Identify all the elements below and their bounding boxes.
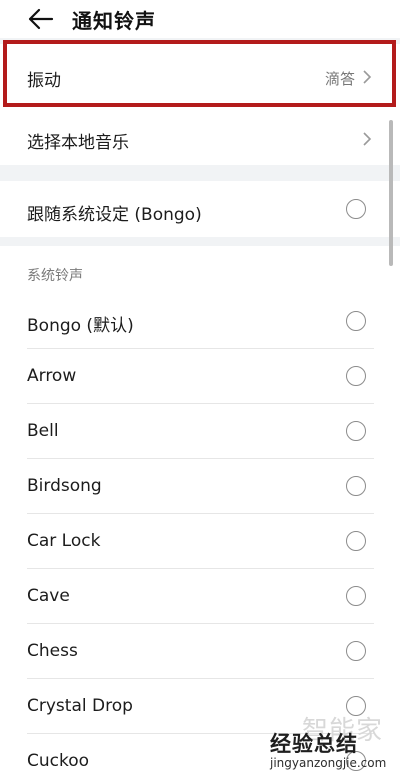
ringtone-label: Crystal Drop <box>27 696 133 716</box>
ringtone-label: Bell <box>27 421 59 441</box>
follow-system-label: 跟随系统设定 (Bongo) <box>27 205 202 225</box>
follow-system-row[interactable]: 跟随系统设定 (Bongo) <box>0 181 400 237</box>
ringtone-item[interactable]: Bell <box>0 404 400 459</box>
ringtone-label: Cuckoo <box>27 751 90 771</box>
ringtone-radio[interactable] <box>346 421 366 441</box>
ringtone-radio[interactable] <box>346 311 366 331</box>
back-arrow-icon[interactable] <box>26 7 54 31</box>
ringtone-label: Birdsong <box>27 476 102 496</box>
chevron-right-icon <box>363 132 372 146</box>
page-title: 通知铃声 <box>72 9 156 33</box>
ringtone-label: Cave <box>27 586 70 606</box>
section-title: 系统铃声 <box>27 268 83 284</box>
local-music-row[interactable]: 选择本地音乐 <box>0 108 400 165</box>
ringtone-item[interactable]: Car Lock <box>0 514 400 569</box>
ringtone-item[interactable]: Bongo (默认) <box>0 294 400 349</box>
ringtone-radio[interactable] <box>346 366 366 386</box>
vibration-label: 振动 <box>27 71 61 91</box>
ringtone-label: Car Lock <box>27 531 101 551</box>
ringtone-item[interactable]: Birdsong <box>0 459 400 514</box>
local-music-label: 选择本地音乐 <box>27 133 129 153</box>
ringtone-radio[interactable] <box>346 751 366 771</box>
options-card: 振动 滴答 选择本地音乐 <box>0 44 400 165</box>
ringtone-radio[interactable] <box>346 586 366 606</box>
ringtone-item[interactable]: Crystal Drop <box>0 679 400 734</box>
ringtone-item[interactable]: Chess <box>0 624 400 679</box>
chevron-right-icon <box>363 70 372 84</box>
scrollbar[interactable] <box>389 120 393 266</box>
ringtone-item[interactable]: Arrow <box>0 349 400 404</box>
ringtone-card: 系统铃声 Bongo (默认) Arrow Bell Birdsong Car … <box>0 246 400 775</box>
follow-system-card: 跟随系统设定 (Bongo) <box>0 181 400 237</box>
vibration-row[interactable]: 振动 滴答 <box>0 44 400 108</box>
ringtone-radio[interactable] <box>346 476 366 496</box>
ringtone-label: Bongo (默认) <box>27 316 134 336</box>
ringtone-radio[interactable] <box>346 531 366 551</box>
app-header: 通知铃声 <box>0 0 400 38</box>
ringtone-item[interactable]: Cave <box>0 569 400 624</box>
ringtone-radio[interactable] <box>346 641 366 661</box>
ringtone-item[interactable]: Cuckoo <box>0 734 400 775</box>
ringtone-label: Arrow <box>27 366 77 386</box>
vibration-value: 滴答 <box>324 70 355 88</box>
ringtone-radio[interactable] <box>346 696 366 716</box>
ringtone-label: Chess <box>27 641 78 661</box>
follow-system-radio[interactable] <box>346 199 366 219</box>
